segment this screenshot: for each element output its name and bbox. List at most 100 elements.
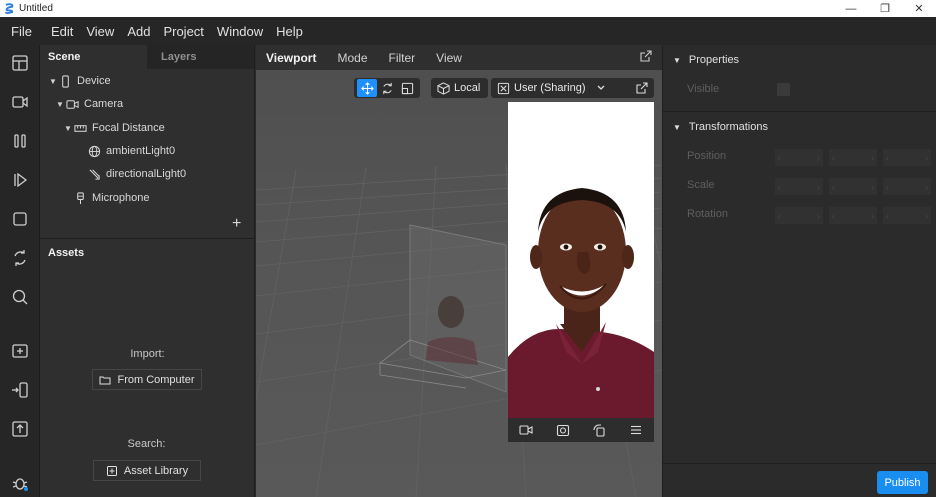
scene-panel: Scene Layers ▼ Device ▼ Camera ▼ Focal D… bbox=[40, 45, 255, 238]
add-folder-icon[interactable] bbox=[10, 341, 30, 361]
close-button[interactable]: ✕ bbox=[902, 0, 936, 17]
rotation-x-field[interactable]: ‹ › bbox=[775, 207, 823, 224]
camera-icon bbox=[66, 99, 79, 109]
tab-layers[interactable]: Layers bbox=[147, 45, 254, 69]
tab-scene[interactable]: Scene bbox=[40, 45, 147, 69]
tree-item-focal-distance[interactable]: ▼ Focal Distance bbox=[64, 119, 165, 137]
menu-bar: File Edit View Add Project Window Help bbox=[0, 17, 936, 45]
window-title: Untitled bbox=[19, 3, 53, 14]
chevron-down-icon bbox=[597, 85, 604, 90]
position-x-field[interactable]: ‹ › bbox=[775, 149, 823, 166]
move-tool-icon[interactable] bbox=[357, 79, 377, 97]
expand-arrow-icon[interactable]: ▼ bbox=[56, 100, 66, 109]
tab-mode[interactable]: Mode bbox=[337, 51, 367, 65]
visible-label: Visible bbox=[687, 83, 720, 95]
menu-add[interactable]: Add bbox=[127, 24, 150, 39]
menu-file[interactable]: File bbox=[11, 24, 32, 39]
rotate-device-icon[interactable] bbox=[592, 423, 606, 437]
tab-view[interactable]: View bbox=[436, 51, 462, 65]
position-z-field[interactable]: ‹ › bbox=[883, 149, 931, 166]
microphone-icon bbox=[77, 191, 84, 204]
scale-label: Scale bbox=[687, 179, 715, 191]
transform-tools bbox=[354, 78, 420, 98]
visible-checkbox[interactable] bbox=[777, 83, 790, 96]
left-toolbar bbox=[0, 45, 40, 497]
tree-item-label: Device bbox=[77, 75, 111, 87]
tree-item-ambient-light[interactable]: ambientLight0 bbox=[88, 142, 175, 160]
preview-toolbar bbox=[508, 418, 654, 442]
import-label: Import: bbox=[130, 348, 165, 360]
space-toggle[interactable]: Local bbox=[431, 78, 489, 98]
folder-icon bbox=[99, 376, 111, 384]
add-object-button[interactable]: + bbox=[232, 215, 241, 233]
directional-light-icon bbox=[89, 168, 100, 180]
rotation-y-field[interactable]: ‹ › bbox=[829, 207, 877, 224]
expand-arrow-icon[interactable]: ▼ bbox=[49, 77, 59, 86]
import-icon[interactable] bbox=[10, 380, 30, 400]
tab-viewport[interactable]: Viewport bbox=[266, 51, 316, 65]
rotate-tool-icon[interactable] bbox=[377, 79, 397, 97]
sharing-icon bbox=[497, 82, 510, 94]
properties-title: Properties bbox=[688, 54, 740, 66]
screenshot-icon[interactable] bbox=[556, 423, 570, 437]
expand-arrow-icon[interactable]: ▼ bbox=[673, 56, 681, 65]
add-library-icon bbox=[106, 465, 117, 476]
expand-arrow-icon[interactable]: ▼ bbox=[673, 123, 681, 132]
publish-button[interactable]: Publish bbox=[877, 471, 928, 494]
menu-edit[interactable]: Edit bbox=[51, 24, 73, 39]
camera-select-value: User (Sharing) bbox=[514, 82, 586, 94]
tab-filter[interactable]: Filter bbox=[389, 51, 416, 65]
scale-tool-icon[interactable] bbox=[397, 79, 417, 97]
search-icon[interactable] bbox=[10, 287, 30, 307]
menu-project[interactable]: Project bbox=[163, 24, 203, 39]
scale-z-field[interactable]: ‹ › bbox=[883, 178, 931, 195]
tree-item-directional-light[interactable]: directionalLight0 bbox=[88, 165, 186, 183]
square-icon[interactable] bbox=[10, 209, 30, 229]
cube-icon bbox=[437, 81, 450, 95]
local-label: Local bbox=[454, 82, 481, 94]
from-computer-button[interactable]: From Computer bbox=[92, 369, 202, 390]
popout-icon[interactable] bbox=[640, 50, 652, 62]
assets-panel: Assets Import: From Computer Search: Ass… bbox=[40, 238, 255, 497]
properties-panel: ▼ Properties Visible ▼ Transformations P… bbox=[662, 45, 936, 497]
title-bar: Untitled — ❐ ✕ bbox=[0, 0, 936, 17]
viewport-panel: Viewport Mode Filter View Local User (Sh… bbox=[256, 45, 662, 497]
expand-arrow-icon[interactable]: ▼ bbox=[64, 124, 74, 133]
menu-window[interactable]: Window bbox=[217, 24, 263, 39]
menu-icon[interactable] bbox=[629, 423, 643, 437]
play-step-icon[interactable] bbox=[10, 170, 30, 190]
layout-icon[interactable] bbox=[10, 53, 30, 73]
tree-item-camera[interactable]: ▼ Camera bbox=[56, 95, 123, 113]
tree-item-label: Focal Distance bbox=[92, 122, 165, 134]
transformations-section[interactable]: ▼ Transformations bbox=[673, 121, 768, 133]
tree-item-device[interactable]: ▼ Device bbox=[49, 72, 111, 90]
tree-item-label: ambientLight0 bbox=[106, 145, 176, 157]
properties-section[interactable]: ▼ Properties bbox=[673, 54, 739, 66]
asset-library-label: Asset Library bbox=[123, 464, 189, 477]
minimize-button[interactable]: — bbox=[834, 0, 868, 17]
pause-icon[interactable] bbox=[10, 131, 30, 151]
asset-library-button[interactable]: Asset Library bbox=[93, 460, 201, 481]
video-camera-icon[interactable] bbox=[519, 423, 533, 437]
sync-icon[interactable] bbox=[10, 248, 30, 268]
camera-select[interactable]: User (Sharing) bbox=[491, 78, 654, 98]
tree-item-microphone[interactable]: Microphone bbox=[74, 189, 149, 207]
phone-icon bbox=[62, 74, 69, 88]
position-y-field[interactable]: ‹ › bbox=[829, 149, 877, 166]
rotation-z-field[interactable]: ‹ › bbox=[883, 207, 931, 224]
video-icon[interactable] bbox=[10, 92, 30, 112]
bug-icon[interactable] bbox=[10, 473, 30, 493]
menu-view[interactable]: View bbox=[86, 24, 114, 39]
ruler-icon bbox=[74, 124, 87, 132]
search-label: Search: bbox=[127, 438, 166, 450]
popout-icon[interactable] bbox=[636, 82, 648, 94]
tree-item-label: Microphone bbox=[92, 192, 150, 204]
upload-icon[interactable] bbox=[10, 419, 30, 439]
scale-y-field[interactable]: ‹ › bbox=[829, 178, 877, 195]
rotation-label: Rotation bbox=[687, 208, 728, 220]
restore-button[interactable]: ❐ bbox=[868, 0, 902, 17]
transformations-title: Transformations bbox=[688, 121, 768, 133]
tree-item-label: Camera bbox=[84, 98, 124, 110]
menu-help[interactable]: Help bbox=[276, 24, 303, 39]
scale-x-field[interactable]: ‹ › bbox=[775, 178, 823, 195]
